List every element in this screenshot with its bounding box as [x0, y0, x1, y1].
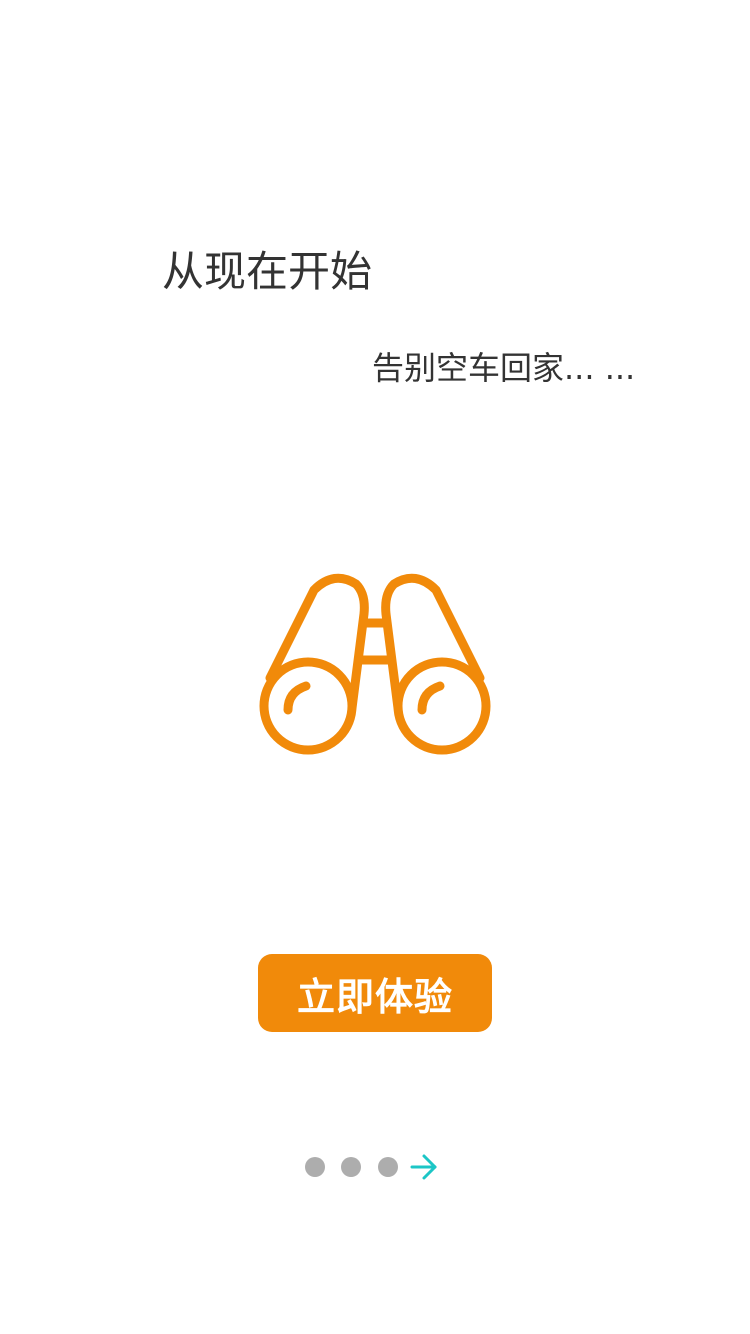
page-dot[interactable] — [341, 1157, 361, 1177]
page-dot[interactable] — [378, 1157, 398, 1177]
start-experience-button[interactable]: 立即体验 — [258, 954, 492, 1032]
page-indicator — [300, 1150, 450, 1184]
guide-screen: 从现在开始 告别空车回家... ... 立即体验 — [0, 0, 750, 1334]
binoculars-icon — [252, 568, 498, 764]
page-dot[interactable] — [305, 1157, 325, 1177]
subline: 告别空车回家... ... — [372, 349, 636, 387]
arrow-right-icon[interactable] — [409, 1153, 439, 1181]
headline: 从现在开始 — [162, 247, 373, 296]
